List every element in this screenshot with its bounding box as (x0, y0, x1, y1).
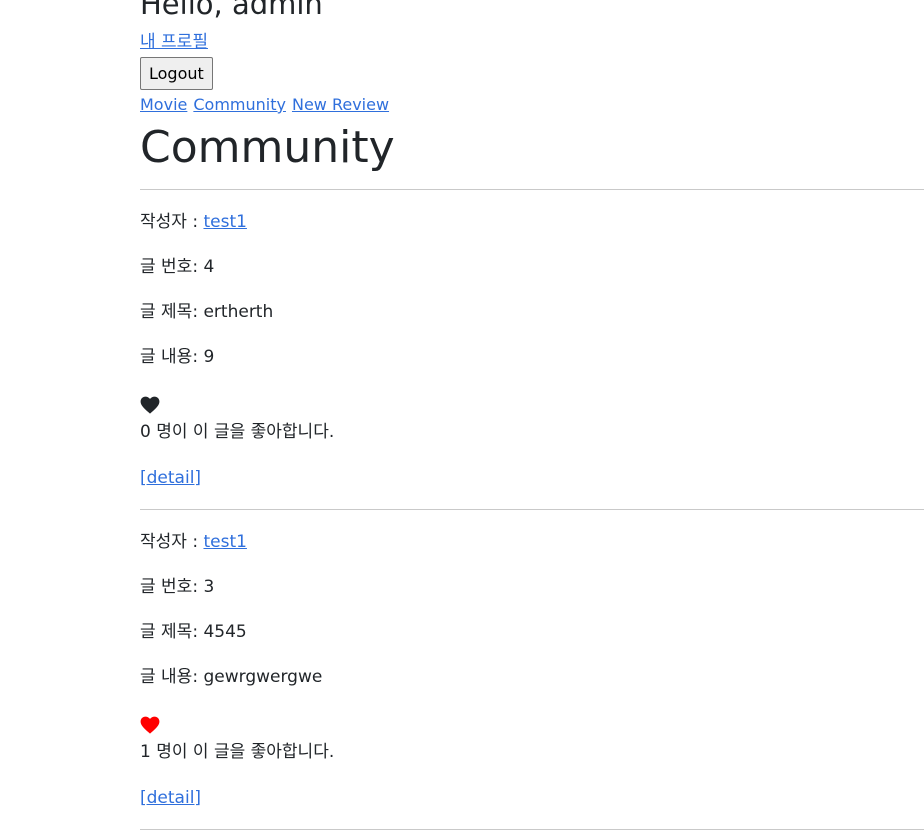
main-nav: Movie Community New Review (140, 94, 395, 116)
post-author-line: 작성자 : test1 (140, 531, 247, 553)
post-content-label: 글 내용: (140, 347, 199, 367)
post-title-line: 글 제목: ertherth (140, 301, 273, 323)
detail-line: [detail] (140, 467, 201, 489)
detail-link[interactable]: [detail] (140, 788, 201, 808)
post-title-line: 글 제목: 4545 (140, 621, 247, 643)
profile-link[interactable]: 내 프로필 (140, 31, 208, 53)
heart-icon[interactable] (140, 716, 160, 734)
author-link[interactable]: test1 (203, 532, 246, 552)
page-title: Community (140, 122, 395, 173)
nav-link-community[interactable]: Community (193, 95, 286, 114)
detail-line: [detail] (140, 787, 201, 809)
nav-link-new-review[interactable]: New Review (292, 95, 389, 114)
post-author-line: 작성자 : test1 (140, 211, 247, 233)
heart-icon[interactable] (140, 396, 160, 414)
post-title-value: ertherth (203, 302, 274, 322)
post-number-value: 3 (203, 577, 215, 597)
post-content-line: 글 내용: 9 (140, 346, 214, 368)
post-title-label: 글 제목: (140, 622, 199, 642)
post-content-value: gewrgwergwe (203, 667, 323, 687)
post-number-line: 글 번호: 3 (140, 576, 214, 598)
post-content-label: 글 내용: (140, 667, 199, 687)
post-title-label: 글 제목: (140, 302, 199, 322)
post-content-line: 글 내용: gewrgwergwe (140, 666, 322, 688)
post-content-value: 9 (203, 347, 215, 367)
logout-button[interactable]: Logout (140, 57, 213, 90)
greeting-heading: Hello, admin (140, 0, 323, 21)
divider (140, 829, 924, 830)
author-label: 작성자 : (140, 212, 199, 232)
post-number-label: 글 번호: (140, 257, 199, 277)
post-title-value: 4545 (203, 622, 247, 642)
nav-link-movie[interactable]: Movie (140, 95, 187, 114)
author-link[interactable]: test1 (203, 212, 246, 232)
post-number-line: 글 번호: 4 (140, 256, 214, 278)
post-number-label: 글 번호: (140, 577, 199, 597)
like-count-text: 1 명이 이 글을 좋아합니다. (140, 742, 335, 762)
author-label: 작성자 : (140, 532, 199, 552)
divider (140, 189, 924, 190)
like-count-text: 0 명이 이 글을 좋아합니다. (140, 422, 335, 442)
detail-link[interactable]: [detail] (140, 468, 201, 488)
logout-form: Logout (140, 57, 213, 90)
post-number-value: 4 (203, 257, 215, 277)
divider (140, 509, 924, 510)
